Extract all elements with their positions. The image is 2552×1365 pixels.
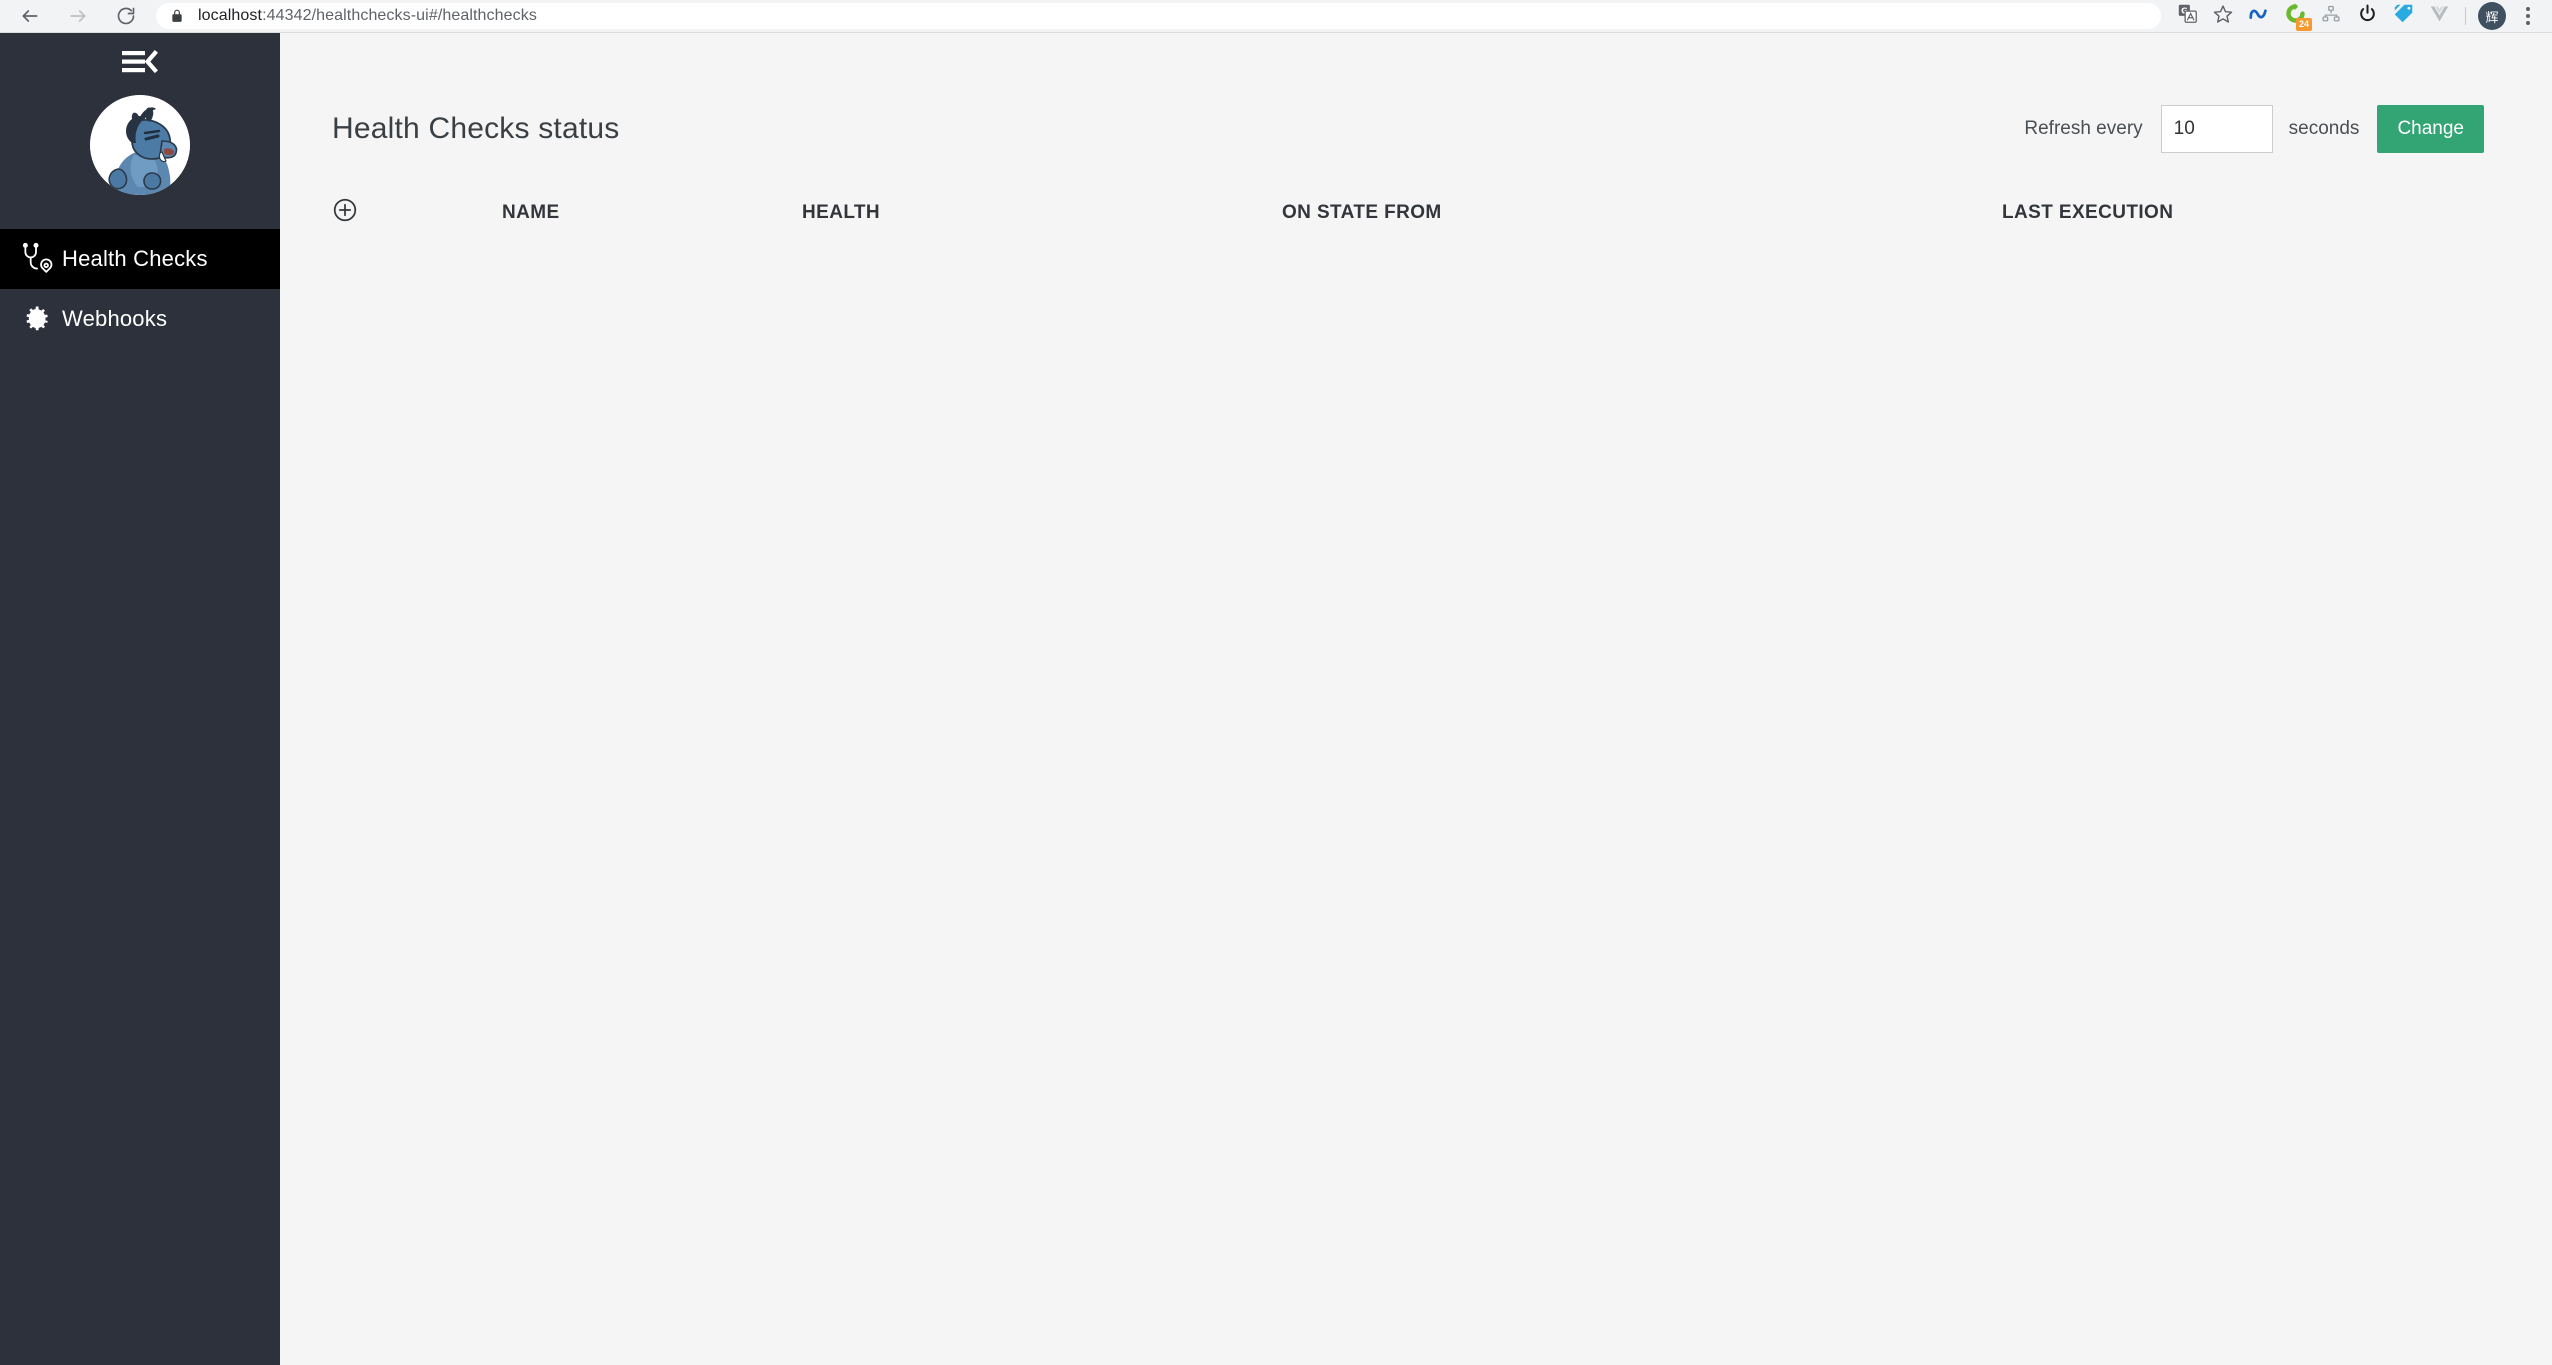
profile-button[interactable]: 辉 <box>2474 0 2510 32</box>
browser-nav-buttons <box>0 0 150 32</box>
page-title: Health Checks status <box>332 112 620 145</box>
translate-icon: G <box>2178 4 2197 28</box>
sidebar-item-label: Webhooks <box>62 306 168 331</box>
extension-sitemap-button[interactable] <box>2313 0 2349 32</box>
back-button[interactable] <box>6 0 54 32</box>
table-header-last-execution: LAST EXECUTION <box>2002 202 2174 223</box>
extension-nu-button[interactable] <box>2241 0 2277 32</box>
bookmark-star-icon <box>2213 4 2233 29</box>
bookmark-button[interactable] <box>2205 0 2241 32</box>
tags-extension-icon <box>2393 3 2414 29</box>
vue-devtools-icon <box>2429 3 2450 29</box>
table-header-row: NAME HEALTH ON STATE FROM LAST EXECUTION <box>332 187 2484 247</box>
forward-arrow-icon <box>68 6 88 26</box>
extension-refresh-button[interactable]: 24 <box>2277 0 2313 32</box>
translate-button[interactable]: G <box>2169 0 2205 32</box>
sidebar-item-label: Health Checks <box>62 246 208 271</box>
page-root: Health Checks Webhooks Health Checks sta… <box>0 33 2552 1365</box>
url-path: :44342/healthchecks-ui#/healthchecks <box>262 7 537 24</box>
sidebar-logo-row <box>0 95 280 229</box>
avatar: 辉 <box>2478 2 2506 30</box>
chrome-menu-button[interactable] <box>2510 0 2546 32</box>
rhino-mascot-icon <box>90 95 190 195</box>
table-header: NAME HEALTH ON STATE FROM LAST EXECUTION <box>332 187 2484 247</box>
extension-vue-devtools-button[interactable] <box>2421 0 2457 32</box>
reload-icon <box>116 6 136 26</box>
refresh-interval-control: Refresh every seconds Change <box>2024 105 2484 153</box>
table-header-on-state-from: ON STATE FROM <box>1282 202 1442 223</box>
expand-all-plus-icon[interactable] <box>332 197 358 223</box>
sidebar: Health Checks Webhooks <box>0 33 280 1365</box>
back-arrow-icon <box>20 6 40 26</box>
table-empty-row <box>332 247 2484 287</box>
reload-button[interactable] <box>102 0 150 32</box>
main-header: Health Checks status Refresh every secon… <box>332 33 2484 153</box>
table-header-toggle <box>332 187 502 247</box>
sidebar-collapse-row <box>0 33 280 95</box>
browser-extension-icons: G 24 辉 <box>2169 0 2552 32</box>
browser-toolbar: localhost:44342/healthchecks-ui#/healthc… <box>0 0 2552 33</box>
sitemap-extension-icon <box>2322 5 2340 28</box>
power-extension-icon <box>2358 4 2377 28</box>
refresh-interval-input[interactable] <box>2160 105 2273 153</box>
sidebar-item-webhooks[interactable]: Webhooks <box>0 289 280 349</box>
health-checks-table: NAME HEALTH ON STATE FROM LAST EXECUTION <box>332 187 2484 287</box>
url-text: localhost:44342/healthchecks-ui#/healthc… <box>198 7 537 25</box>
lock-icon <box>170 9 184 23</box>
toolbar-divider <box>2465 7 2466 25</box>
table-empty-cell <box>332 247 2484 287</box>
gear-icon <box>10 304 62 334</box>
collapse-sidebar-icon <box>121 49 159 80</box>
table-body <box>332 247 2484 287</box>
main-content: Health Checks status Refresh every secon… <box>280 33 2552 1365</box>
sidebar-item-health-checks[interactable]: Health Checks <box>0 229 280 289</box>
url-host: localhost <box>198 7 263 24</box>
seconds-label: seconds <box>2288 118 2360 139</box>
kebab-menu-icon <box>2526 7 2530 25</box>
sidebar-toggle-button[interactable] <box>108 42 172 86</box>
table-header-name: NAME <box>502 202 560 223</box>
app-logo <box>90 95 190 195</box>
forward-button[interactable] <box>54 0 102 32</box>
change-button[interactable]: Change <box>2377 105 2484 153</box>
stethoscope-heart-icon <box>10 242 62 276</box>
address-bar[interactable]: localhost:44342/healthchecks-ui#/healthc… <box>156 3 2161 29</box>
nu-extension-icon <box>2248 3 2270 30</box>
refresh-every-label: Refresh every <box>2024 118 2143 139</box>
extension-badge-count: 24 <box>2295 18 2312 31</box>
extension-tags-button[interactable] <box>2385 0 2421 32</box>
table-header-health: HEALTH <box>802 202 881 223</box>
extension-power-button[interactable] <box>2349 0 2385 32</box>
